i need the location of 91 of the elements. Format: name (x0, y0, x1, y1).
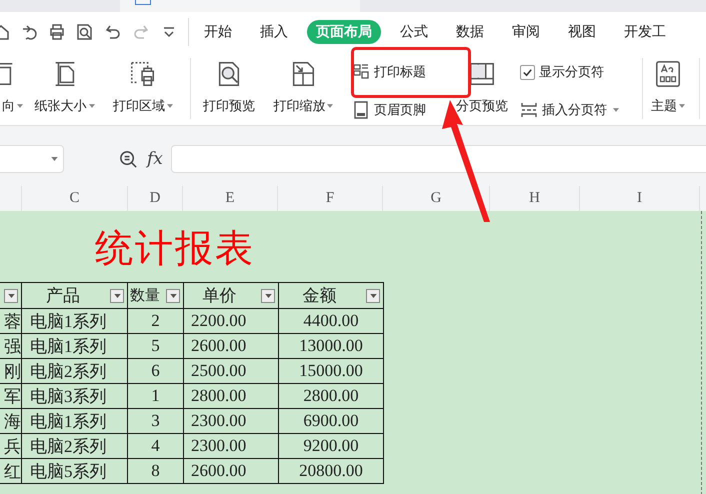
page-break-preview-icon (468, 60, 496, 88)
print-area-icon (128, 60, 157, 88)
column-header[interactable]: G (430, 190, 442, 207)
table-cell: 2800.00 (303, 386, 359, 405)
table-cell: 蓉 (4, 312, 20, 330)
table-cell: 电脑1系列 (30, 412, 106, 430)
column-header[interactable]: D (150, 190, 160, 207)
ribbon-button[interactable]: 主题 (648, 52, 688, 125)
ribbon-button[interactable]: 打印预览 (197, 52, 261, 125)
table-cell: 海 (4, 412, 20, 430)
checkbox-label: 显示分页符 (538, 64, 604, 81)
menu-tab[interactable]: 数据 (447, 20, 493, 44)
caret-icon (114, 294, 120, 298)
ribbon-button[interactable]: 向 (0, 52, 22, 125)
checkmark-icon (522, 66, 533, 78)
table-cell: 电脑1系列 (30, 312, 106, 330)
table-cell: 2300.00 (191, 436, 246, 455)
zoom-icon[interactable] (119, 150, 138, 168)
caret-icon (170, 294, 176, 298)
function-label[interactable]: fx (147, 149, 163, 169)
column-header[interactable]: H (529, 190, 540, 207)
column-heading: 数量 (130, 287, 160, 305)
table-cell: 4400.00 (303, 311, 359, 330)
table-cell: 电脑5系列 (30, 462, 106, 480)
header-footer-icon (352, 101, 370, 119)
table-cell: 军 (4, 386, 20, 406)
table-cell: 2300.00 (191, 411, 246, 430)
ribbon-button[interactable]: 打印缩放 (266, 52, 340, 125)
caret-icon (8, 294, 14, 298)
table-cell: 20800.00 (299, 461, 363, 480)
menu-tab[interactable]: 公式 (391, 20, 437, 44)
menu-tab[interactable]: 开始 (195, 20, 241, 44)
column-heading: 金额 (302, 285, 336, 307)
filter-button[interactable] (366, 288, 380, 302)
table-cell: 强 (4, 336, 20, 356)
table-cell: 电脑1系列 (30, 336, 106, 356)
undo-icon[interactable] (104, 23, 122, 41)
formula-field[interactable] (170, 145, 706, 173)
caret-icon (370, 294, 376, 298)
caret-icon (264, 294, 272, 298)
table-cell: 6 (151, 361, 160, 380)
column-header[interactable]: I (637, 190, 642, 207)
column-header[interactable]: F (326, 190, 334, 207)
sheet-title: 统计报表 (95, 227, 255, 272)
table-cell: 2600.00 (191, 336, 246, 355)
ribbon-button[interactable]: 纸张大小 (28, 52, 102, 125)
table-cell: 3 (151, 411, 160, 430)
table-cell: 15000.00 (299, 361, 363, 380)
menu-tab[interactable]: 视图 (559, 20, 605, 44)
print-icon[interactable] (48, 23, 66, 41)
table-cell: 9200.00 (303, 436, 359, 455)
ribbon-button[interactable]: 打印区域 (107, 52, 178, 125)
menu-tab[interactable]: 插入 (251, 20, 297, 44)
table-cell: 兵 (4, 436, 20, 456)
table-cell: 2200.00 (191, 311, 246, 330)
table-cell: 2 (151, 311, 160, 330)
table-cell: 红 (4, 462, 20, 480)
table-cell: 1 (151, 386, 160, 405)
column-heading: 产品 (46, 285, 80, 307)
menu-tab[interactable]: 审阅 (503, 20, 549, 44)
theme-icon (654, 60, 682, 88)
column-header[interactable]: C (69, 190, 80, 207)
column-heading: 单价 (202, 285, 236, 307)
table-cell: 6900.00 (303, 411, 359, 430)
table-cell: 刚 (4, 362, 20, 380)
menu-tab[interactable]: 开发工 (615, 20, 675, 44)
preview-icon[interactable] (76, 23, 94, 41)
table-cell: 2600.00 (191, 461, 246, 480)
share-icon[interactable] (20, 23, 38, 41)
table-cell: 13000.00 (299, 336, 363, 355)
filter-button[interactable] (261, 288, 275, 302)
caret-icon (51, 157, 58, 161)
filter-button[interactable] (110, 288, 124, 302)
print-titles-icon (352, 63, 370, 81)
filter-button[interactable] (166, 288, 180, 302)
ribbon-button[interactable]: 打印标题 (352, 62, 426, 82)
table-cell: 5 (151, 336, 160, 355)
table-cell: 电脑3系列 (30, 386, 106, 406)
table-cell: 8 (151, 461, 160, 480)
table-cell: 2500.00 (191, 361, 246, 380)
table-cell: 2800.00 (191, 386, 246, 405)
ribbon-button[interactable]: 页眉页脚 (352, 100, 426, 120)
filter-button[interactable] (4, 288, 18, 302)
table-cell: 4 (151, 436, 160, 455)
table-cell: 电脑2系列 (30, 436, 106, 456)
page-break-icon (520, 101, 538, 119)
ribbon-button[interactable]: 分页预览 (452, 52, 512, 125)
checkbox[interactable] (520, 64, 535, 80)
ribbon-button[interactable]: 插入分页符 (520, 100, 619, 120)
column-header[interactable]: E (225, 190, 235, 207)
table-cell: 电脑2系列 (30, 362, 106, 380)
